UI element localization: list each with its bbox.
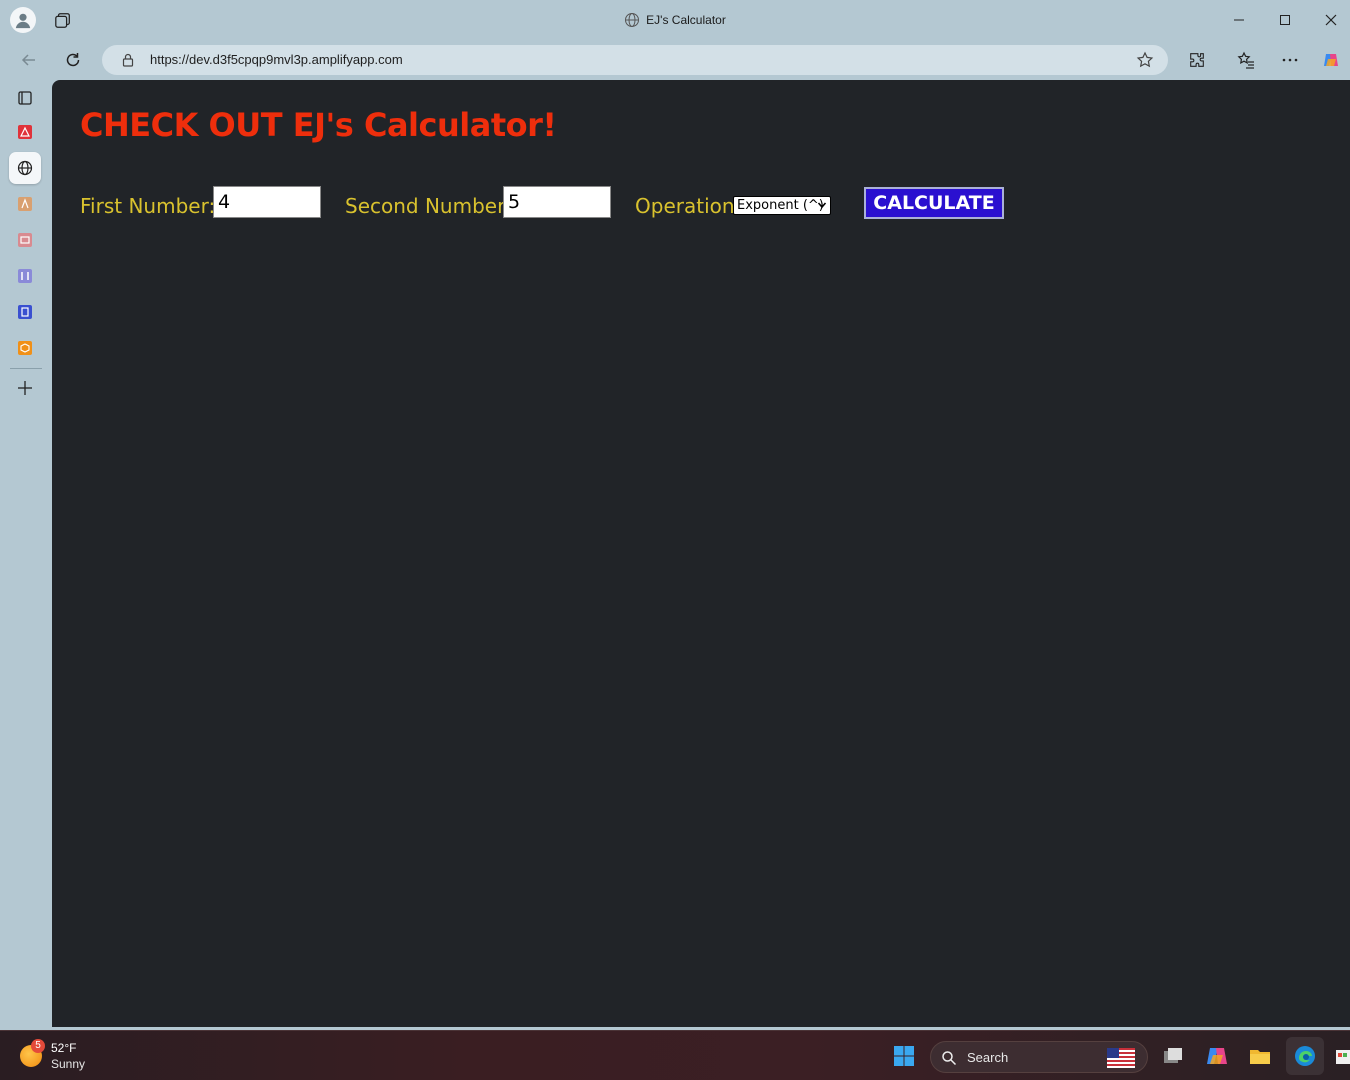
favorite-star-icon[interactable]	[1136, 51, 1154, 69]
navigation-bar: https://dev.d3f5cpqp9mvl3p.amplifyapp.co…	[0, 40, 1350, 80]
back-button[interactable]	[17, 48, 41, 72]
chevron-down-icon	[817, 202, 827, 209]
first-number-label: First Number:	[80, 194, 216, 218]
page-content: CHECK OUT EJ's Calculator! First Number:…	[52, 80, 1350, 1027]
more-menu-button[interactable]	[1278, 48, 1302, 72]
window-title: EJ's Calculator	[0, 12, 1350, 28]
refresh-button[interactable]	[61, 48, 85, 72]
browser-sidebar	[0, 80, 52, 1030]
box-app-icon[interactable]	[15, 338, 35, 358]
favorites-button[interactable]	[1234, 48, 1258, 72]
weather-badge: 5	[31, 1039, 45, 1053]
title-bar: EJ's Calculator	[0, 0, 1350, 40]
orange-app-icon[interactable]	[15, 194, 35, 214]
close-button[interactable]	[1321, 10, 1341, 30]
first-number-input[interactable]: 4	[213, 186, 321, 218]
page-heading: CHECK OUT EJ's Calculator!	[80, 106, 557, 144]
sidebar-divider	[10, 368, 42, 369]
calculate-button[interactable]: CALCULATE	[864, 187, 1004, 219]
operation-label: Operation:	[635, 194, 742, 218]
edge-browser-icon[interactable]	[1292, 1043, 1318, 1069]
pink-app-icon[interactable]	[15, 230, 35, 250]
file-explorer-icon[interactable]	[1247, 1043, 1273, 1069]
second-number-input[interactable]: 5	[503, 186, 611, 218]
lock-icon[interactable]	[120, 52, 136, 68]
globe-icon[interactable]	[9, 152, 41, 184]
taskbar: 5 52°F Sunny Search	[0, 1030, 1350, 1080]
search-icon	[942, 1051, 957, 1066]
tab-actions-icon[interactable]	[15, 88, 35, 108]
maximize-button[interactable]	[1275, 10, 1295, 30]
second-number-label: Second Number	[345, 194, 506, 218]
url-text[interactable]: https://dev.d3f5cpqp9mvl3p.amplifyapp.co…	[150, 52, 403, 67]
blue-app-icon[interactable]	[15, 302, 35, 322]
search-label: Search	[967, 1050, 1009, 1065]
task-view-icon[interactable]	[1160, 1043, 1186, 1069]
red-app-icon[interactable]	[15, 122, 35, 142]
copilot-icon[interactable]	[1319, 48, 1343, 72]
extensions-button[interactable]	[1185, 48, 1209, 72]
flag-icon	[1107, 1048, 1135, 1068]
weather-temperature[interactable]: 52°F	[51, 1041, 76, 1055]
minimize-button[interactable]	[1229, 10, 1249, 30]
globe-icon	[625, 13, 640, 27]
operation-selected-value: Exponent (^)	[737, 198, 824, 213]
add-icon[interactable]	[15, 378, 35, 398]
address-bar[interactable]: https://dev.d3f5cpqp9mvl3p.amplifyapp.co…	[102, 45, 1168, 75]
start-icon[interactable]	[891, 1043, 917, 1069]
weather-condition[interactable]: Sunny	[51, 1057, 85, 1071]
window-title-text: EJ's Calculator	[646, 13, 726, 27]
taskbar-search[interactable]: Search	[930, 1041, 1148, 1073]
operation-select[interactable]: Exponent (^)	[733, 196, 831, 215]
purple-app-icon[interactable]	[15, 266, 35, 286]
store-icon[interactable]	[1334, 1043, 1350, 1069]
copilot-taskbar-icon[interactable]	[1204, 1043, 1230, 1069]
